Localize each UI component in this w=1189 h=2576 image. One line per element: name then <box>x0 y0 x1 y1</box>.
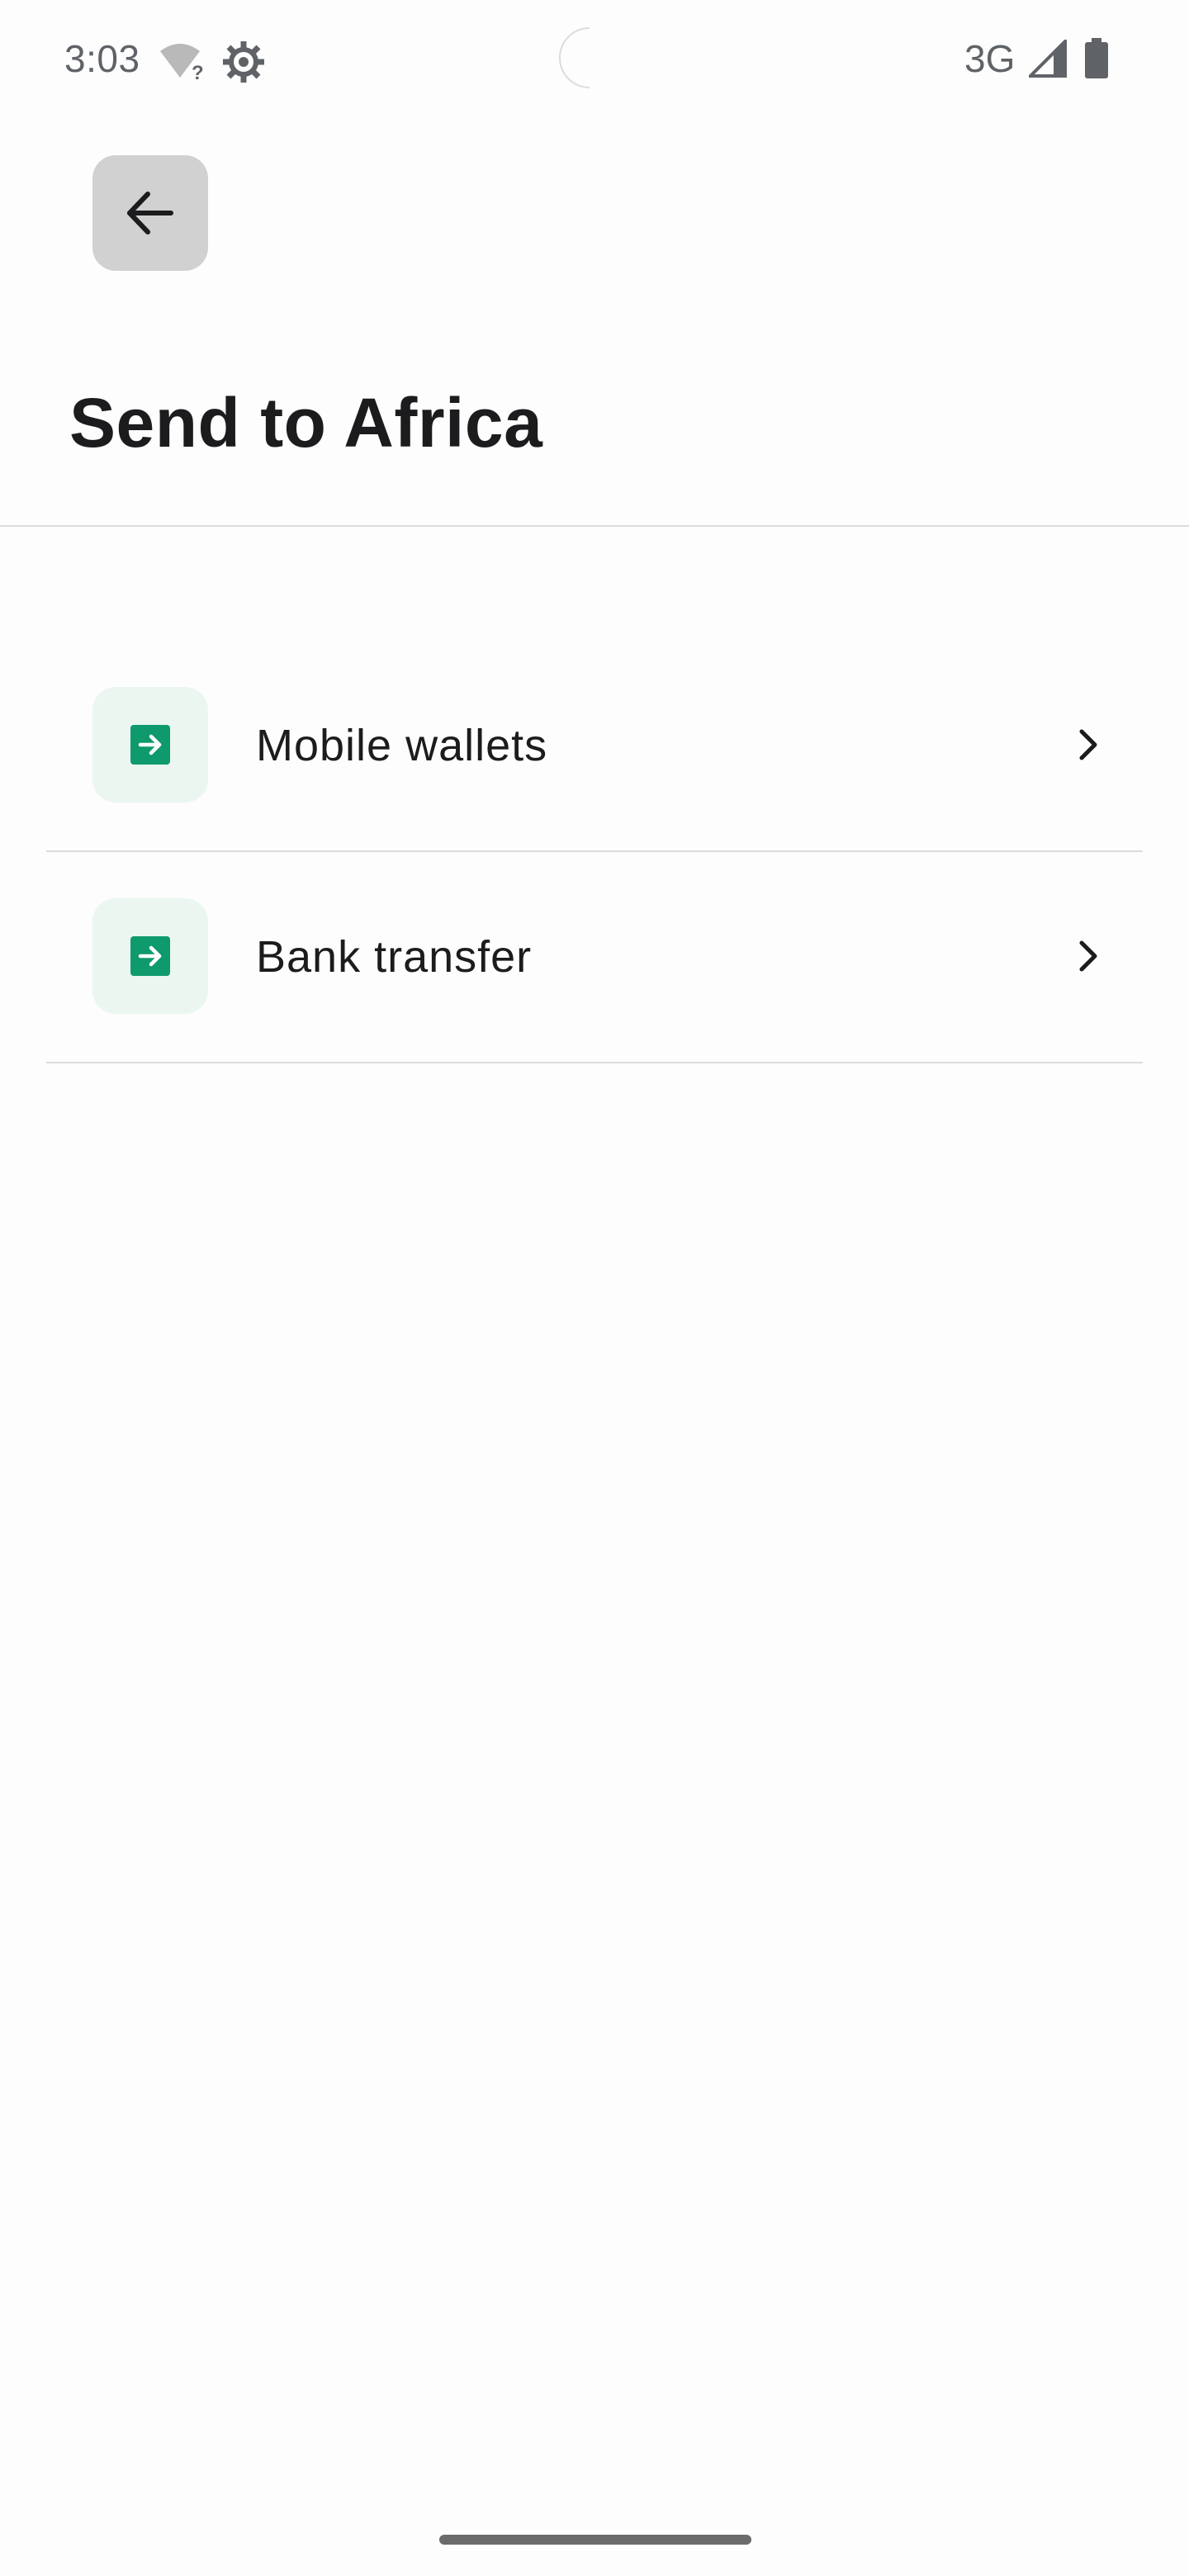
camera-cutout-icon <box>559 27 590 88</box>
status-time: 3:03 <box>64 37 140 80</box>
home-indicator[interactable] <box>439 2535 751 2545</box>
option-label: Bank transfer <box>256 932 533 982</box>
wifi-question-icon: ? <box>160 44 204 81</box>
signal-icon <box>1029 40 1067 78</box>
chevron-right-icon <box>1079 940 1097 972</box>
status-bar: 3:03 ? 3G <box>0 0 1189 124</box>
network-type-label: 3G <box>964 37 1016 80</box>
arrow-left-icon <box>127 192 173 234</box>
option-icon-tile <box>92 687 208 803</box>
gear-icon <box>223 41 264 83</box>
battery-icon <box>1085 38 1108 78</box>
option-icon-tile <box>92 898 208 1014</box>
option-mobile-wallets[interactable]: Mobile wallets <box>46 641 1143 852</box>
svg-text:?: ? <box>192 62 204 81</box>
transfer-options-list: Mobile wallets Bank transfer <box>46 641 1143 1063</box>
arrow-right-box-icon <box>130 936 170 976</box>
chevron-right-icon <box>1079 729 1097 760</box>
send-to-africa-screen: 3:03 ? 3G Send to Africa Mobile wallets … <box>0 0 1189 2576</box>
option-label: Mobile wallets <box>256 721 548 770</box>
arrow-right-box-icon <box>130 725 170 765</box>
back-button[interactable] <box>92 155 208 271</box>
header-divider <box>0 525 1189 527</box>
option-bank-transfer[interactable]: Bank transfer <box>46 852 1143 1063</box>
page-title: Send to Africa <box>69 384 543 462</box>
